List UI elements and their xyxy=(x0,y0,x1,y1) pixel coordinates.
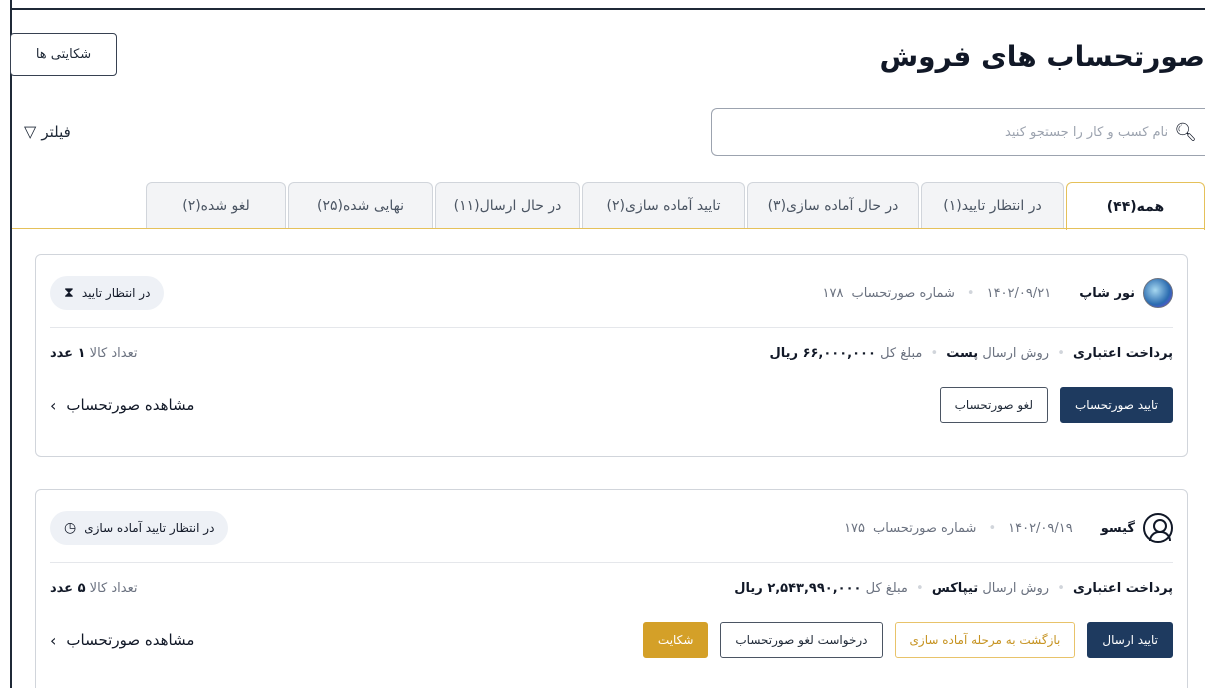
invoice-actions: تایید صورتحساب لغو صورتحساب xyxy=(939,387,1173,423)
shipping-label: روش ارسال xyxy=(982,580,1050,596)
tab-preparing[interactable]: در حال آماده سازی(۳) xyxy=(747,182,919,228)
shop-name: گیسو xyxy=(1100,520,1135,536)
card-divider xyxy=(50,562,1173,563)
view-invoice-link[interactable]: مشاهده صورتحساب › xyxy=(50,631,194,650)
qty-label: تعداد کالا xyxy=(89,345,138,361)
tab-pending-approval[interactable]: در انتظار تایید(۱) xyxy=(921,182,1064,228)
invoice-details: پرداخت اعتباری • روش ارسال پست • مبلغ کل… xyxy=(769,345,1174,361)
total-amount: ۲,۵۴۳,۹۹۰,۰۰۰ ریال xyxy=(734,580,862,596)
payment-method: پرداخت اعتباری xyxy=(1073,580,1173,596)
tab-preparation-approved[interactable]: تایید آماده سازی(۲) xyxy=(582,182,745,228)
complaints-button[interactable]: شکایتی ها xyxy=(10,33,117,76)
status-badge: در انتظار تایید آماده سازی ◷ xyxy=(50,511,229,545)
invoice-actions: تایید ارسال بازگشت به مرحله آماده سازی د… xyxy=(642,622,1173,658)
total-amount: ۶۶,۰۰۰,۰۰۰ ریال xyxy=(769,345,876,361)
shipping-method: پست xyxy=(946,345,979,361)
view-invoice-label: مشاهده صورتحساب xyxy=(66,631,195,649)
return-to-preparation-button[interactable]: بازگشت به مرحله آماده سازی xyxy=(894,622,1076,658)
card-divider xyxy=(50,327,1173,328)
tabs-underline xyxy=(12,228,1205,229)
chevron-left-icon: › xyxy=(50,630,57,650)
total-label: مبلغ کل xyxy=(880,345,923,361)
invoice-number-label: شماره صورتحساب xyxy=(873,520,977,536)
chevron-left-icon: › xyxy=(50,395,57,415)
payment-method: پرداخت اعتباری xyxy=(1073,345,1173,361)
invoice-card: گیسو ۱۴۰۲/۰۹/۱۹ • شماره صورتحساب ۱۷۵ در … xyxy=(35,489,1188,688)
invoice-header: نور شاپ ۱۴۰۲/۰۹/۲۱ • شماره صورتحساب ۱۷۸ xyxy=(823,278,1173,308)
filter-button[interactable]: فیلتر ▽ xyxy=(24,122,71,141)
complaint-button[interactable]: شکایت xyxy=(642,622,709,658)
invoice-date: ۱۴۰۲/۰۹/۱۹ xyxy=(1008,520,1073,536)
shop-name: نور شاپ xyxy=(1079,285,1135,301)
invoice-number-label: شماره صورتحساب xyxy=(851,285,955,301)
filter-icon: ▽ xyxy=(24,122,37,141)
invoice-details: پرداخت اعتباری • روش ارسال تیپاکس • مبلغ… xyxy=(734,580,1173,596)
tab-all[interactable]: همه(۴۴) xyxy=(1066,182,1205,230)
view-invoice-label: مشاهده صورتحساب xyxy=(66,396,195,414)
search-icon[interactable]: 🔍︎ xyxy=(1174,122,1197,143)
user-avatar-icon xyxy=(1143,513,1173,543)
search-input[interactable] xyxy=(712,109,1169,155)
invoice-date: ۱۴۰۲/۰۹/۲۱ xyxy=(986,285,1052,301)
window-frame-left xyxy=(10,0,12,688)
search-box: 🔍︎ xyxy=(711,108,1205,156)
request-cancel-invoice-button[interactable]: درخواست لغو صورتحساب xyxy=(720,622,883,658)
status-badge: در انتظار تایید ⧗ xyxy=(50,276,165,310)
status-text: در انتظار تایید آماده سازی xyxy=(84,521,215,535)
page-title: صورتحساب های فروش xyxy=(879,40,1205,73)
filter-label: فیلتر xyxy=(41,122,71,141)
view-invoice-link[interactable]: مشاهده صورتحساب › xyxy=(50,396,194,415)
total-label: مبلغ کل xyxy=(865,580,908,596)
status-text: در انتظار تایید xyxy=(81,286,151,300)
invoice-number: ۱۷۸ xyxy=(822,285,844,301)
shop-avatar xyxy=(1143,278,1173,308)
clock-icon: ◷ xyxy=(64,520,77,536)
cancel-invoice-button[interactable]: لغو صورتحساب xyxy=(939,387,1048,423)
tab-finalized[interactable]: نهایی شده(۲۵) xyxy=(288,182,433,228)
shipping-label: روش ارسال xyxy=(982,345,1050,361)
window-frame-top xyxy=(10,8,1205,10)
approve-shipping-button[interactable]: تایید ارسال xyxy=(1087,622,1173,658)
shipping-method: تیپاکس xyxy=(931,580,979,596)
tab-shipping[interactable]: در حال ارسال(۱۱) xyxy=(435,182,580,228)
approve-invoice-button[interactable]: تایید صورتحساب xyxy=(1060,387,1173,423)
tab-cancelled[interactable]: لغو شده(۲) xyxy=(146,182,286,228)
item-count: تعداد کالا ۵ عدد xyxy=(50,581,137,596)
invoice-card: نور شاپ ۱۴۰۲/۰۹/۲۱ • شماره صورتحساب ۱۷۸ … xyxy=(35,254,1188,457)
item-count: تعداد کالا ۱ عدد xyxy=(50,346,137,361)
invoice-number: ۱۷۵ xyxy=(844,520,866,536)
qty-label: تعداد کالا xyxy=(89,580,138,596)
qty-value: ۵ عدد xyxy=(50,580,86,596)
invoice-header: گیسو ۱۴۰۲/۰۹/۱۹ • شماره صورتحساب ۱۷۵ xyxy=(844,513,1173,543)
hourglass-icon: ⧗ xyxy=(64,285,74,301)
qty-value: ۱ عدد xyxy=(50,345,86,361)
